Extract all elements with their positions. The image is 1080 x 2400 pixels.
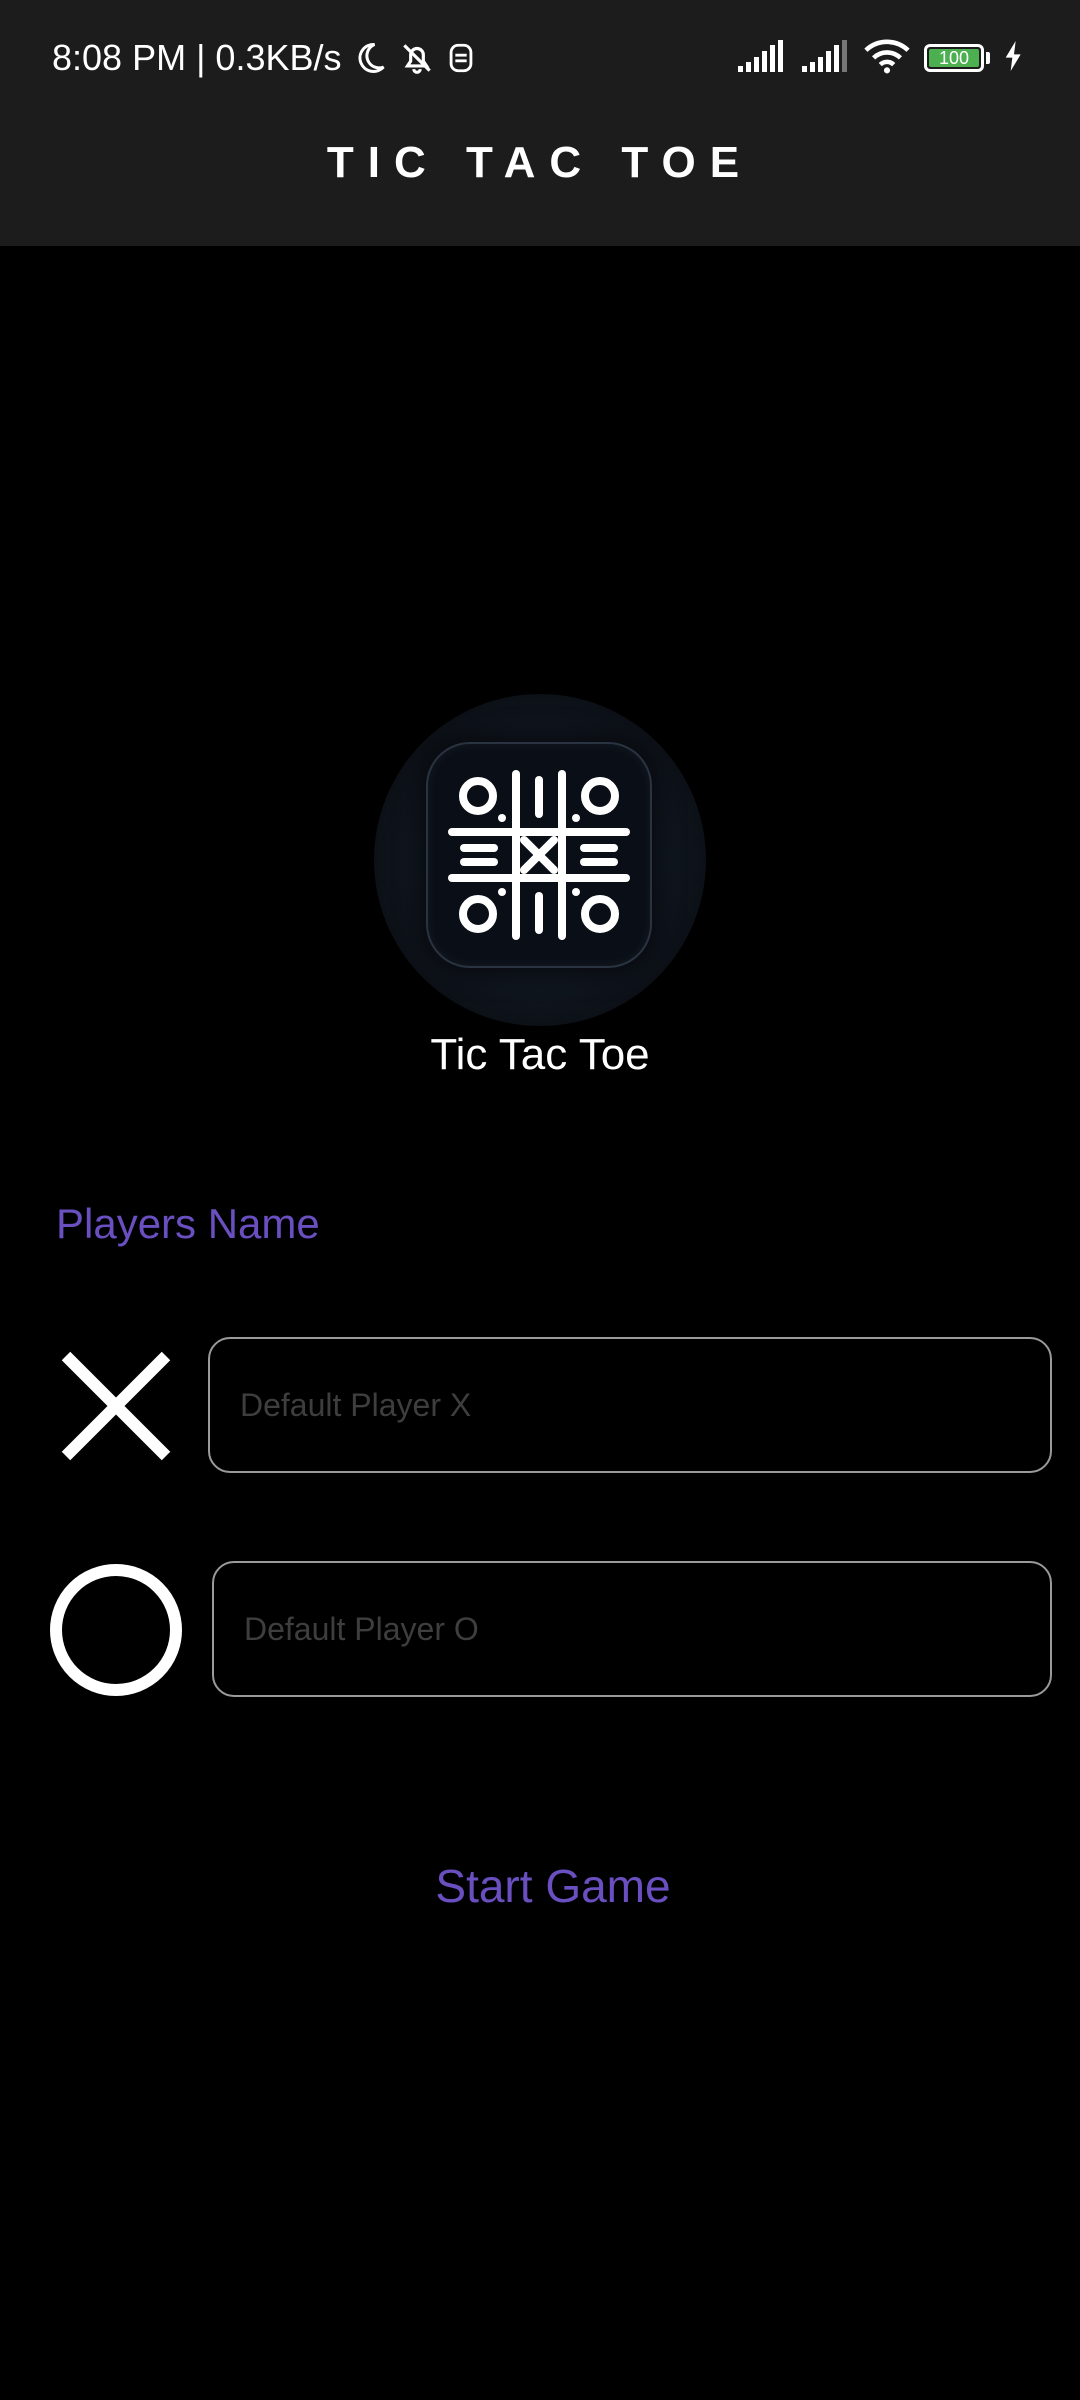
signal-icon: [800, 38, 850, 79]
battery-level: 100: [938, 47, 970, 68]
battery-body: 100: [924, 44, 984, 72]
status-left: 8:08 PM | 0.3KB/s: [52, 34, 476, 82]
battery-icon: 100: [924, 44, 990, 72]
app-bar-title: TIC TAC TOE: [326, 138, 754, 187]
notification-icon: [446, 41, 476, 75]
status-bar: 8:08 PM | 0.3KB/s 100: [0, 0, 1080, 116]
bell-off-icon: [398, 39, 436, 77]
x-mark-icon: [56, 1346, 176, 1466]
o-mark-icon: [48, 1562, 184, 1698]
app-header: 8:08 PM | 0.3KB/s 100 TIC TAC TOE: [0, 0, 1080, 246]
start-game-button[interactable]: Start Game: [340, 1846, 766, 1926]
app-name: Tic Tac Toe: [430, 1030, 650, 1079]
signal-icon: [736, 38, 786, 79]
tic-tac-toe-board-icon: [426, 742, 652, 968]
player-x-name-input[interactable]: [208, 1337, 1052, 1473]
charging-icon: [1004, 39, 1024, 78]
battery-cap: [986, 52, 990, 64]
wifi-icon: [864, 38, 910, 79]
status-right: 100: [736, 34, 1024, 82]
players-name-label: Players Name: [56, 1200, 320, 1247]
player-o-name-input[interactable]: [212, 1561, 1052, 1697]
moon-icon: [352, 40, 388, 76]
status-time-speed: 8:08 PM | 0.3KB/s: [52, 37, 342, 78]
